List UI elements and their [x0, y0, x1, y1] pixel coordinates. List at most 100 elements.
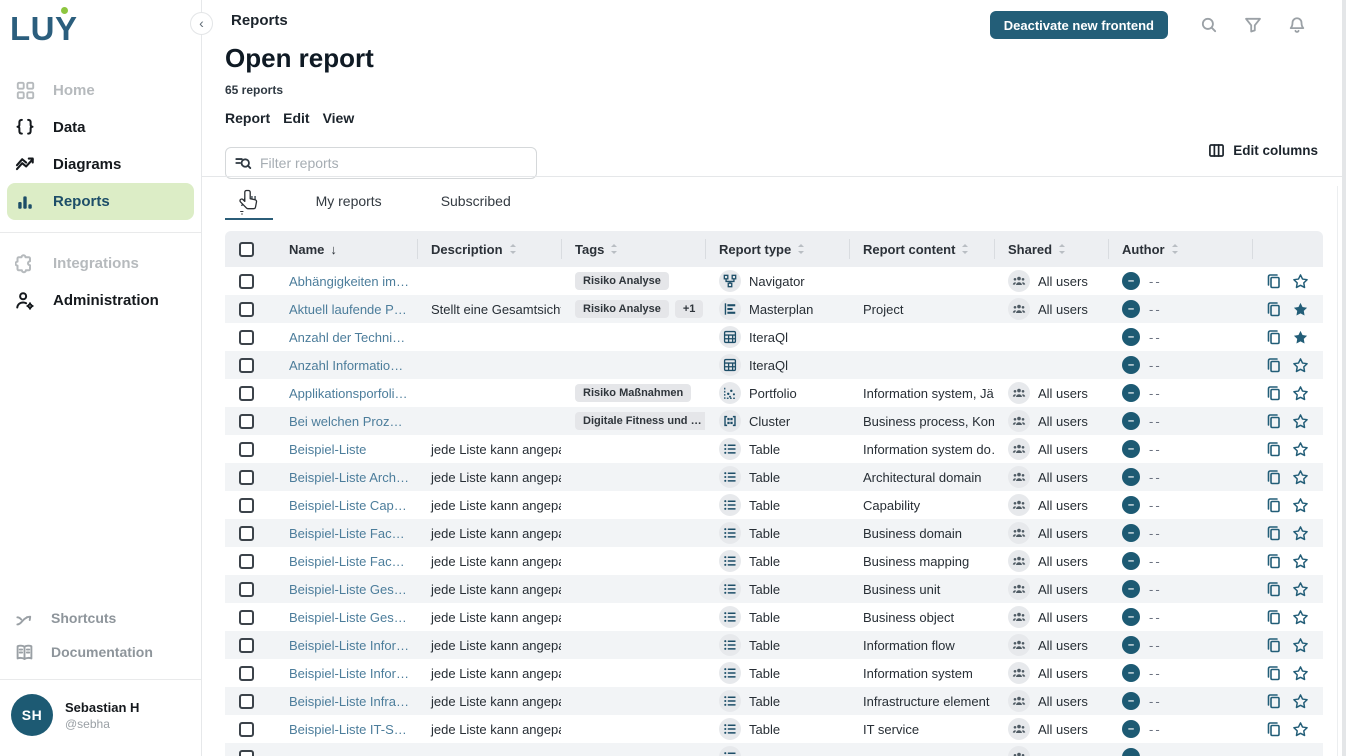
sidebar-item-integrations[interactable]: Integrations: [7, 245, 194, 282]
report-name-link[interactable]: Beispiel-Liste Fachlich…: [289, 526, 409, 541]
table-row[interactable]: Beispiel-Liste Architekt… jede Liste kan…: [225, 463, 1323, 491]
duplicate-report-icon[interactable]: [1265, 357, 1282, 374]
sidebar-collapse-button[interactable]: ‹: [190, 12, 213, 35]
duplicate-report-icon[interactable]: [1265, 413, 1282, 430]
favorite-star-icon[interactable]: [1292, 441, 1309, 458]
row-checkbox[interactable]: [239, 330, 254, 345]
search-icon[interactable]: [1200, 16, 1218, 34]
table-row[interactable]: Beispiel-Liste Fachlich… jede Liste kann…: [225, 519, 1323, 547]
row-checkbox[interactable]: [239, 274, 254, 289]
report-name-link[interactable]: Beispiel-Liste Geschäft…: [289, 610, 409, 625]
report-name-link[interactable]: Beispiel-Liste Infrastru…: [289, 694, 409, 709]
table-row[interactable]: Applikationsporfolio Ü… Risiko Maßnahmen…: [225, 379, 1323, 407]
duplicate-report-icon[interactable]: [1265, 469, 1282, 486]
menu-report[interactable]: Report: [225, 110, 270, 126]
notifications-bell-icon[interactable]: [1288, 16, 1306, 34]
column-header-report-type[interactable]: Report type: [705, 231, 849, 267]
favorite-star-icon[interactable]: [1292, 357, 1309, 374]
favorite-star-icon[interactable]: [1292, 413, 1309, 430]
table-row[interactable]: Beispiel-Liste Informati… jede Liste kan…: [225, 659, 1323, 687]
table-row[interactable]: Beispiel-Liste Infrastru… jede Liste kan…: [225, 687, 1323, 715]
duplicate-report-icon[interactable]: [1265, 665, 1282, 682]
page-scrollbar[interactable]: [1342, 0, 1346, 756]
favorite-star-icon[interactable]: [1292, 693, 1309, 710]
report-name-link[interactable]: Anzahl der Technische…: [289, 330, 409, 345]
sidebar-item-administration[interactable]: Administration: [7, 282, 194, 319]
column-header-author[interactable]: Author: [1108, 231, 1252, 267]
duplicate-report-icon[interactable]: [1265, 553, 1282, 570]
duplicate-report-icon[interactable]: [1265, 301, 1282, 318]
duplicate-report-icon[interactable]: [1265, 441, 1282, 458]
row-checkbox[interactable]: [239, 722, 254, 737]
sidebar-item-home[interactable]: Home: [7, 72, 194, 109]
row-checkbox[interactable]: [239, 386, 254, 401]
column-header-tags[interactable]: Tags: [561, 231, 705, 267]
tab-all[interactable]: All: [225, 188, 273, 220]
sidebar-item-diagrams[interactable]: Diagrams: [7, 146, 194, 183]
favorite-star-icon[interactable]: [1292, 329, 1309, 346]
report-name-link[interactable]: Beispiel-Liste: [289, 442, 366, 457]
sidebar-item-shortcuts[interactable]: Shortcuts: [0, 601, 201, 635]
row-checkbox[interactable]: [239, 498, 254, 513]
user-menu[interactable]: SH Sebastian H @sebha: [0, 679, 201, 752]
favorite-star-icon[interactable]: [1292, 581, 1309, 598]
row-checkbox[interactable]: [239, 554, 254, 569]
row-checkbox[interactable]: [239, 610, 254, 625]
menu-edit[interactable]: Edit: [283, 110, 309, 126]
luy-logo[interactable]: LUY: [0, 0, 201, 48]
row-checkbox[interactable]: [239, 470, 254, 485]
favorite-star-icon[interactable]: [1292, 665, 1309, 682]
report-name-link[interactable]: Abhängigkeiten im Kon…: [289, 274, 409, 289]
filter-reports-input[interactable]: [225, 147, 537, 179]
report-name-link[interactable]: Anzahl Informationssy…: [289, 358, 409, 373]
duplicate-report-icon[interactable]: [1265, 581, 1282, 598]
report-name-link[interactable]: Beispiel-Liste Informati…: [289, 638, 409, 653]
duplicate-report-icon[interactable]: [1265, 693, 1282, 710]
sidebar-item-documentation[interactable]: Documentation: [0, 635, 201, 669]
table-row[interactable]: Aktuell laufende Projek… Stellt eine Ges…: [225, 295, 1323, 323]
row-checkbox[interactable]: [239, 442, 254, 457]
tab-subscribed[interactable]: Subscribed: [425, 188, 527, 220]
row-checkbox[interactable]: [239, 750, 254, 756]
duplicate-report-icon[interactable]: [1265, 497, 1282, 514]
table-row[interactable]: Beispiel-Liste Geschäft… jede Liste kann…: [225, 603, 1323, 631]
favorite-star-icon[interactable]: [1292, 553, 1309, 570]
column-header-description[interactable]: Description: [417, 231, 561, 267]
row-checkbox[interactable]: [239, 582, 254, 597]
duplicate-report-icon[interactable]: [1265, 721, 1282, 738]
table-row[interactable]: Anzahl Informationssy… IteraQl – --: [225, 351, 1323, 379]
row-checkbox[interactable]: [239, 414, 254, 429]
favorite-star-icon[interactable]: [1292, 301, 1309, 318]
duplicate-report-icon[interactable]: [1265, 637, 1282, 654]
favorite-star-icon[interactable]: [1292, 525, 1309, 542]
table-row[interactable]: Beispiel-Liste Capability jede Liste kan…: [225, 491, 1323, 519]
table-row[interactable]: Beispiel-Liste Geschäft… jede Liste kann…: [225, 575, 1323, 603]
favorite-star-icon[interactable]: [1292, 721, 1309, 738]
table-row[interactable]: Beispiel-Liste Fachlich… jede Liste kann…: [225, 547, 1323, 575]
row-checkbox[interactable]: [239, 526, 254, 541]
duplicate-report-icon[interactable]: [1265, 273, 1282, 290]
report-name-link[interactable]: Beispiel-Liste Informati…: [289, 666, 409, 681]
report-name-link[interactable]: Beispiel-Liste Architekt…: [289, 470, 409, 485]
row-checkbox[interactable]: [239, 694, 254, 709]
duplicate-report-icon[interactable]: [1265, 609, 1282, 626]
row-checkbox[interactable]: [239, 302, 254, 317]
favorite-star-icon[interactable]: [1292, 273, 1309, 290]
duplicate-report-icon[interactable]: [1265, 385, 1282, 402]
report-name-link[interactable]: Beispiel-Liste Capability: [289, 498, 409, 513]
duplicate-report-icon[interactable]: [1265, 329, 1282, 346]
report-name-link[interactable]: Aktuell laufende Projek…: [289, 302, 409, 317]
report-name-link[interactable]: Beispiel-Liste Fachlich…: [289, 554, 409, 569]
report-name-link[interactable]: Applikationsporfolio Ü…: [289, 386, 409, 401]
filter-funnel-icon[interactable]: [1244, 16, 1262, 34]
table-row[interactable]: Beispiel-Liste jede Liste kann angepa… T…: [225, 435, 1323, 463]
favorite-star-icon[interactable]: [1292, 469, 1309, 486]
table-row[interactable]: Bei welchen Prozessen… Digitale Fitness …: [225, 407, 1323, 435]
favorite-star-icon[interactable]: [1292, 497, 1309, 514]
favorite-star-icon[interactable]: [1292, 637, 1309, 654]
report-name-link[interactable]: Beispiel-Liste Geschäft…: [289, 582, 409, 597]
column-header-report-content[interactable]: Report content: [849, 231, 994, 267]
report-name-link[interactable]: Beispiel-Liste IT-Servic…: [289, 722, 409, 737]
select-all-checkbox[interactable]: [239, 242, 254, 257]
edit-columns-button[interactable]: Edit columns: [1208, 142, 1318, 159]
